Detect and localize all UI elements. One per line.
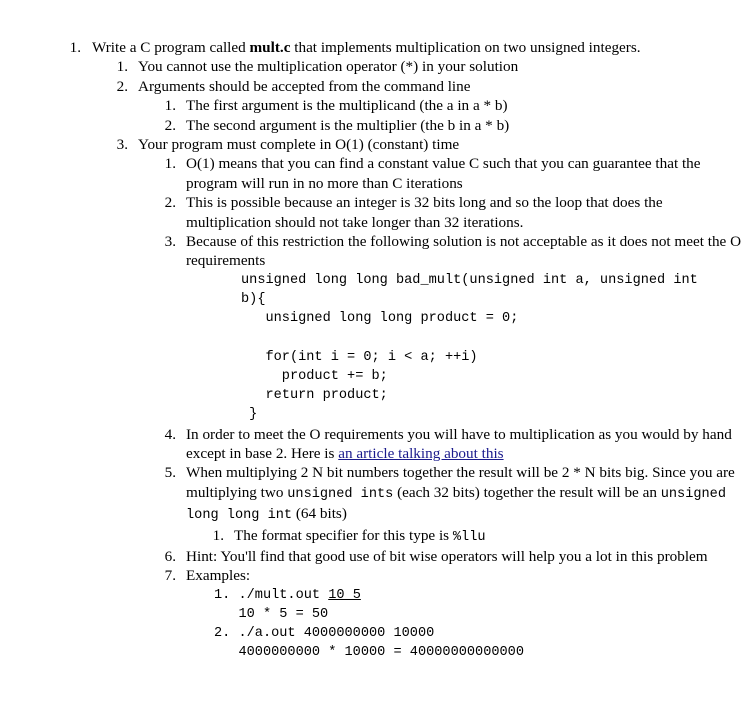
list-item-write-program: 1. Write a C program called mult.c that … — [63, 38, 751, 663]
list-item-command-line-args: 2. Arguments should be accepted from the… — [111, 77, 751, 135]
list-item-text: O(1) means that you can find a constant … — [186, 155, 701, 192]
list-marker: 1. — [69, 39, 81, 56]
inline-code-format-specifier: %llu — [452, 529, 486, 545]
list-item-text: Your program must complete in O(1) (cons… — [138, 136, 460, 154]
list-marker: 3. — [164, 233, 176, 251]
example-1-output: 10 * 5 = 50 — [214, 606, 329, 622]
list-item-text: Because of this restriction the followin… — [186, 233, 742, 270]
list-item-32-bit-loop: 2. This is possible because an integer i… — [159, 193, 751, 232]
list-marker: 5. — [164, 464, 176, 482]
sub-list-complexity-details: 1. O(1) means that you can find a consta… — [159, 154, 751, 662]
article-link[interactable]: an article talking about this — [338, 445, 503, 462]
list-item-text: Write a C program called mult.c that imp… — [92, 38, 751, 57]
filename-mult-c: mult.c — [249, 39, 291, 56]
list-item-text: You cannot use the multiplication operat… — [138, 58, 519, 76]
list-item-second-argument: 2. The second argument is the multiplier… — [159, 116, 751, 135]
example-2-command: 2. ./a.out 4000000000 10000 — [214, 626, 435, 642]
sub-list-format-specifier: 1. The format specifier for this type is… — [207, 526, 751, 547]
list-item-text: Examples: — [186, 567, 251, 585]
list-marker: 2. — [164, 194, 176, 212]
list-item-o1-definition: 1. O(1) means that you can find a consta… — [159, 154, 751, 193]
code-block-examples: 1. ./mult.out 10 5 10 * 5 = 50 2. ./a.ou… — [214, 586, 751, 663]
list-marker: 7. — [164, 567, 176, 585]
example-1-arguments: 10 5 — [328, 587, 361, 603]
list-item-text: When multiplying 2 N bit numbers togethe… — [186, 463, 751, 525]
example-2-output: 4000000000 * 10000 = 40000000000000 — [214, 645, 524, 661]
list-item-examples: 7. Examples: 1. ./mult.out 10 5 10 * 5 =… — [159, 566, 751, 662]
text-run: The format specifier for this type is — [234, 526, 453, 544]
example-1-command-prefix: 1. ./mult.out — [214, 587, 329, 603]
text-run: that implements multiplication on two un… — [290, 39, 641, 56]
list-item-text: The format specifier for this type is %l… — [234, 526, 751, 547]
text-run: Write a C program called — [92, 39, 250, 56]
list-item-constant-time: 3. Your program must complete in O(1) (c… — [111, 135, 751, 663]
list-item-text: This is possible because an integer is 3… — [186, 194, 663, 231]
list-marker: 2. — [116, 77, 128, 95]
list-item-unacceptable-solution: 3. Because of this restriction the follo… — [159, 232, 751, 424]
list-marker: 6. — [164, 547, 176, 565]
list-item-text: The second argument is the multiplier (t… — [186, 116, 510, 134]
list-item-text: In order to meet the O requirements you … — [186, 425, 751, 464]
list-marker: 4. — [164, 425, 176, 443]
list-marker: 1. — [212, 526, 224, 544]
list-item-text: Arguments should be accepted from the co… — [138, 77, 471, 95]
list-item-no-mult-operator: 1. You cannot use the multiplication ope… — [111, 57, 751, 76]
text-run: (each 32 bits) together the result will … — [393, 483, 661, 501]
sub-list-requirements: 1. You cannot use the multiplication ope… — [111, 57, 751, 662]
list-marker: 3. — [116, 136, 128, 154]
list-item-base-2-hand-multiplication: 4. In order to meet the O requirements y… — [159, 425, 751, 464]
list-item-first-argument: 1. The first argument is the multiplican… — [159, 96, 751, 115]
list-item-hint-bitwise: 6. Hint: You'll find that good use of bi… — [159, 547, 751, 566]
list-marker: 1. — [164, 97, 176, 115]
list-marker: 1. — [164, 155, 176, 173]
list-item-result-width: 5. When multiplying 2 N bit numbers toge… — [159, 463, 751, 547]
list-marker: 1. — [116, 58, 128, 76]
list-item-text: The first argument is the multiplicand (… — [186, 97, 508, 115]
top-level-list: 1. Write a C program called mult.c that … — [63, 38, 751, 663]
list-marker: 2. — [164, 116, 176, 134]
list-item-format-specifier: 1. The format specifier for this type is… — [207, 526, 751, 547]
list-item-text: Hint: You'll find that good use of bit w… — [186, 547, 708, 565]
text-run: (64 bits) — [292, 505, 347, 523]
code-block-bad-mult: unsigned long long bad_mult(unsigned int… — [241, 272, 698, 423]
assignment-document: 1. Write a C program called mult.c that … — [0, 0, 751, 663]
inline-code-unsigned-ints: unsigned ints — [287, 486, 394, 502]
sub-list-arguments: 1. The first argument is the multiplican… — [159, 96, 751, 135]
